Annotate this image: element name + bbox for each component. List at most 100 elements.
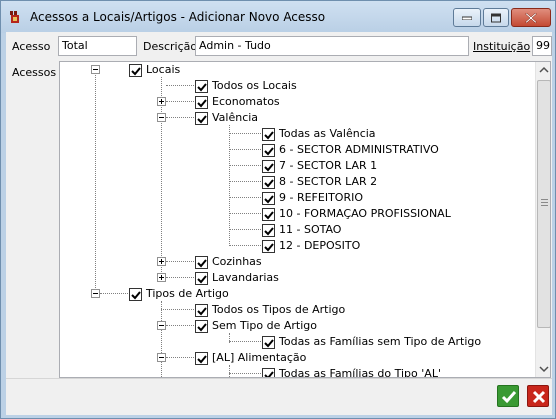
maximize-icon: [491, 13, 501, 22]
app-icon: [10, 11, 19, 23]
window-title: Acessos a Locais/Artigos - Adicionar Nov…: [30, 10, 326, 24]
checkmark-icon: [501, 391, 517, 404]
tree-line: [166, 325, 194, 326]
node-label: Todas as Famílias do Tipo 'AL': [279, 367, 441, 377]
minimize-button[interactable]: [453, 8, 481, 27]
scroll-grip: [541, 202, 548, 203]
tree-line: [161, 309, 194, 310]
close-icon: [532, 390, 546, 404]
collapse-locais-icon[interactable]: [91, 65, 100, 74]
scroll-grip: [541, 199, 548, 200]
close-window-button[interactable]: [511, 8, 551, 27]
node-label: Economatos: [212, 95, 280, 108]
tree-line: [161, 301, 162, 377]
expand-lavandarias-icon[interactable]: [157, 273, 166, 282]
dialog-body: Acesso Total Descrição Admin - Tudo Inst…: [6, 32, 552, 415]
minimize-icon: [462, 16, 472, 20]
checkbox-checked-icon[interactable]: [195, 96, 208, 109]
tree-line: [95, 67, 96, 292]
acesso-field[interactable]: Total: [58, 36, 137, 56]
tree-line: [229, 125, 230, 244]
node-label: 10 - FORMAÇAO PROFISSIONAL: [279, 207, 451, 220]
tree-line: [166, 101, 194, 102]
checkbox-checked-icon[interactable]: [195, 320, 208, 333]
tree-line: [161, 77, 162, 276]
checkbox-checked-icon[interactable]: [262, 128, 275, 141]
scroll-thumb[interactable]: [537, 80, 550, 328]
checkbox-checked-icon[interactable]: [262, 192, 275, 205]
tree-line: [166, 117, 194, 118]
collapse-sem-tipo-icon[interactable]: [157, 321, 166, 330]
tree-line: [229, 373, 261, 374]
node-label: Tipos de Artigo: [146, 287, 229, 300]
tree-line: [166, 85, 194, 86]
descricao-label: Descrição: [143, 40, 198, 53]
tree-line: [229, 197, 261, 198]
tree-line: [229, 133, 261, 134]
checkbox-checked-icon[interactable]: [262, 144, 275, 157]
descricao-field[interactable]: Admin - Tudo: [195, 36, 469, 56]
dialog-window: Acessos a Locais/Artigos - Adicionar Nov…: [0, 0, 556, 419]
instituicao-link[interactable]: Instituição: [473, 40, 530, 53]
checkbox-checked-icon[interactable]: [195, 256, 208, 269]
acessos-label: Acessos: [12, 66, 57, 79]
checkbox-checked-icon[interactable]: [262, 224, 275, 237]
checkbox-checked-icon[interactable]: [262, 336, 275, 349]
chevron-up-icon: [539, 66, 549, 73]
scroll-up-button[interactable]: [536, 62, 550, 79]
checkbox-checked-icon[interactable]: [262, 240, 275, 253]
node-label: Cozinhas: [212, 255, 262, 268]
chevron-down-icon: [539, 366, 549, 373]
footer-divider: [6, 378, 552, 379]
maximize-button[interactable]: [483, 8, 509, 27]
tree-content: Locais Todos os Locais Economatos Valênc…: [60, 62, 535, 377]
tree-vertical-scrollbar[interactable]: [535, 62, 550, 377]
acesso-label: Acesso: [12, 40, 51, 53]
tree-line: [100, 293, 128, 294]
tree-line: [229, 229, 261, 230]
node-label: Lavandarias: [212, 271, 279, 284]
tree-line: [229, 245, 261, 246]
node-label: Todos os Locais: [212, 79, 297, 92]
tree-line: [229, 341, 261, 342]
tree-line: [229, 149, 261, 150]
instituicao-field[interactable]: 99: [532, 36, 552, 56]
tree-line: [229, 165, 261, 166]
tree-line: [166, 357, 194, 358]
node-label: Valência: [212, 111, 259, 124]
node-label: 8 - SECTOR LAR 2: [279, 175, 378, 188]
node-label: Todos os Tipos de Artigo: [212, 303, 346, 316]
checkbox-checked-icon[interactable]: [262, 176, 275, 189]
collapse-valencia-icon[interactable]: [157, 113, 166, 122]
collapse-tipos-artigo-icon[interactable]: [91, 289, 100, 298]
tree-line: [166, 277, 194, 278]
checkbox-checked-icon[interactable]: [195, 80, 208, 93]
tree-line: [229, 213, 261, 214]
tree-line: [229, 365, 230, 377]
node-label: 7 - SECTOR LAR 1: [279, 159, 378, 172]
checkbox-checked-icon[interactable]: [262, 368, 275, 377]
node-label: [AL] Alimentação: [212, 351, 307, 364]
title-bar[interactable]: Acessos a Locais/Artigos - Adicionar Nov…: [1, 1, 555, 33]
scroll-down-button[interactable]: [536, 360, 550, 377]
checkbox-checked-icon[interactable]: [129, 288, 142, 301]
node-label: 6 - SECTOR ADMINISTRATIVO: [279, 143, 439, 156]
cancel-button[interactable]: [527, 385, 549, 407]
tree-line: [166, 261, 194, 262]
node-label: 11 - SOTAO: [279, 223, 342, 236]
checkbox-checked-icon[interactable]: [195, 272, 208, 285]
checkbox-checked-icon[interactable]: [262, 160, 275, 173]
node-label: 12 - DEPOSITO: [279, 239, 361, 252]
checkbox-checked-icon[interactable]: [195, 112, 208, 125]
acessos-tree[interactable]: Locais Todos os Locais Economatos Valênc…: [59, 61, 551, 378]
collapse-alimentacao-icon[interactable]: [157, 353, 166, 362]
checkbox-checked-icon[interactable]: [262, 208, 275, 221]
expand-economatos-icon[interactable]: [157, 97, 166, 106]
expand-cozinhas-icon[interactable]: [157, 257, 166, 266]
checkbox-checked-icon[interactable]: [195, 304, 208, 317]
checkbox-checked-icon[interactable]: [129, 64, 142, 77]
ok-button[interactable]: [497, 385, 519, 407]
tree-line: [229, 181, 261, 182]
checkbox-checked-icon[interactable]: [195, 352, 208, 365]
scroll-grip: [541, 205, 548, 206]
